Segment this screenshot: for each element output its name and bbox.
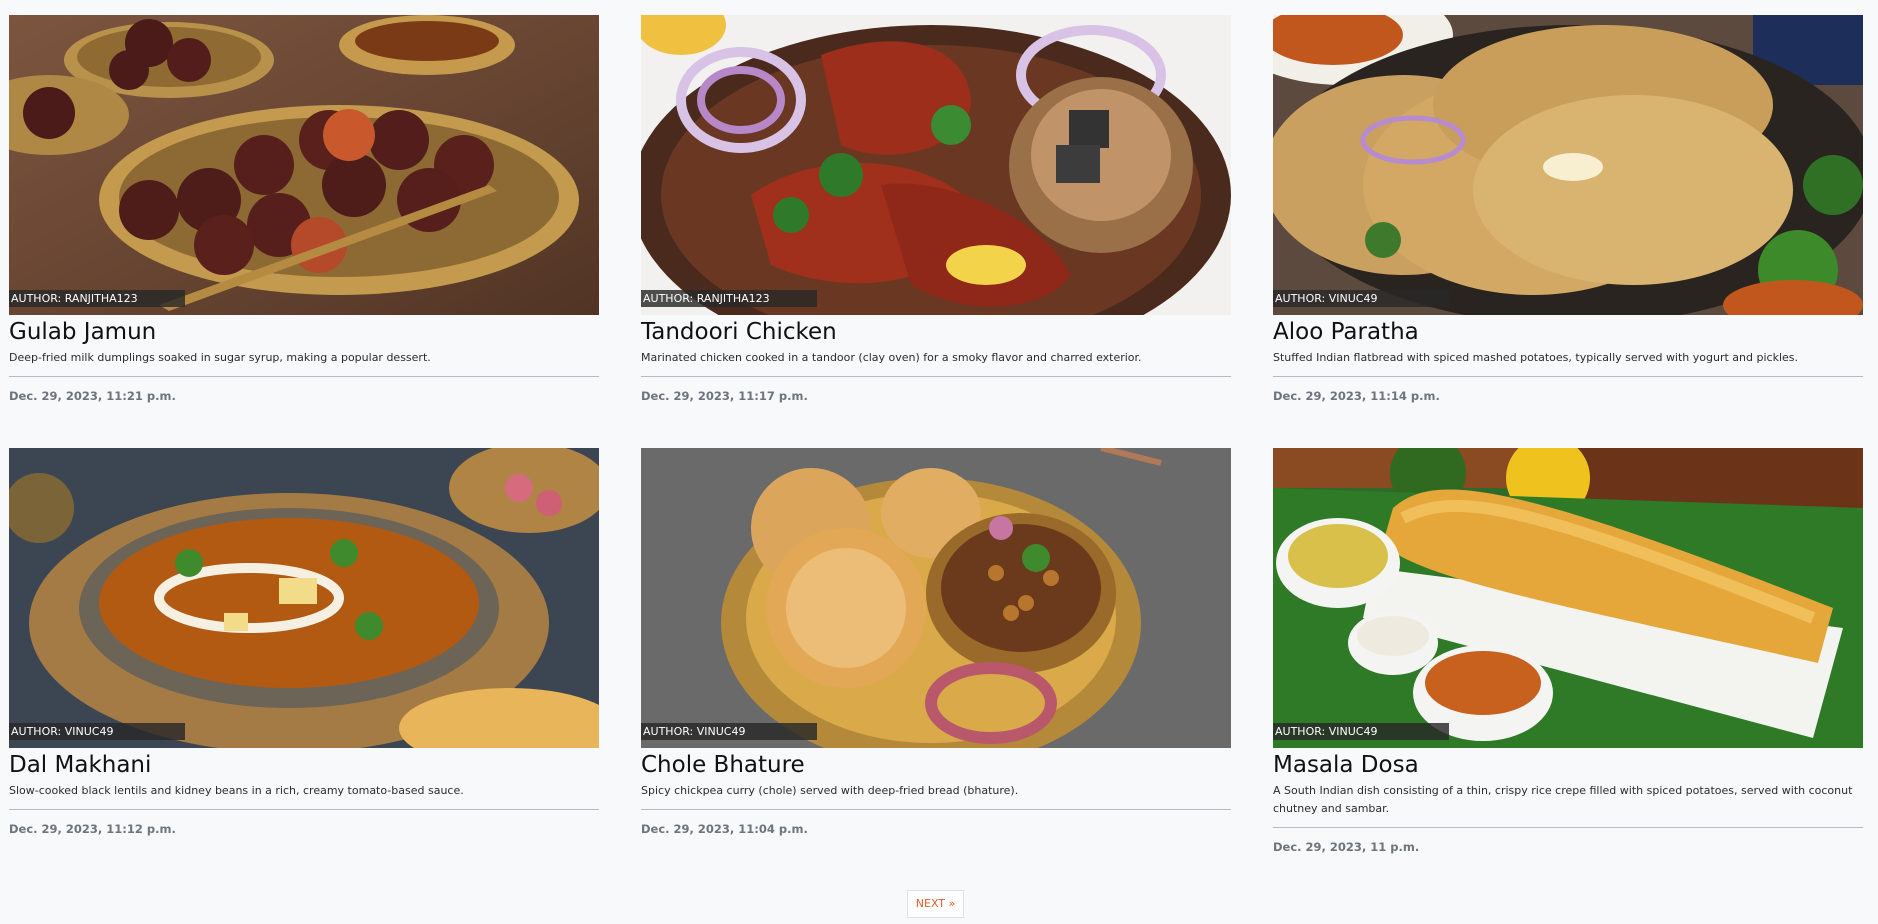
recipe-title[interactable]: Chole Bhature [641,750,1231,780]
tandoori-chicken-photo [641,15,1231,315]
author-badge: AUTHOR: VINUC49 [9,723,185,740]
author-badge: AUTHOR: RANJITHA123 [9,290,185,307]
recipe-date: Dec. 29, 2023, 11:17 p.m. [641,389,808,403]
author-badge: AUTHOR: RANJITHA123 [641,290,817,307]
recipe-description: Marinated chicken cooked in a tandoor (c… [641,349,1231,377]
recipe-image[interactable]: AUTHOR: RANJITHA123 [9,15,599,315]
recipe-image[interactable]: AUTHOR: VINUC49 [9,448,599,748]
recipe-title[interactable]: Masala Dosa [1273,750,1863,780]
recipe-date: Dec. 29, 2023, 11:21 p.m. [9,389,176,403]
recipe-description: A South Indian dish consisting of a thin… [1273,782,1863,828]
gulab-jamun-photo [9,15,599,315]
recipe-date: Dec. 29, 2023, 11:14 p.m. [1273,389,1440,403]
recipe-image[interactable]: AUTHOR: VINUC49 [1273,15,1863,315]
recipe-card[interactable]: AUTHOR: VINUC49 Masala Dosa A South Indi… [1273,448,1863,881]
author-badge: AUTHOR: VINUC49 [1273,723,1449,740]
recipe-description: Stuffed Indian flatbread with spiced mas… [1273,349,1863,377]
author-badge: AUTHOR: VINUC49 [641,723,817,740]
next-page-button[interactable]: NEXT » [907,890,964,918]
recipe-card[interactable]: AUTHOR: RANJITHA123 Tandoori Chicken Mar… [641,15,1231,448]
recipe-grid: AUTHOR: RANJITHA123 Gulab Jamun Deep-fri… [9,15,1863,881]
author-badge: AUTHOR: VINUC49 [1273,290,1449,307]
chole-bhature-photo [641,448,1231,748]
recipe-title[interactable]: Tandoori Chicken [641,317,1231,347]
recipe-card[interactable]: AUTHOR: VINUC49 Dal Makhani Slow-cooked … [9,448,599,881]
recipe-title[interactable]: Dal Makhani [9,750,599,780]
dal-makhani-photo [9,448,599,748]
recipe-date: Dec. 29, 2023, 11:04 p.m. [641,822,808,836]
recipe-title[interactable]: Gulab Jamun [9,317,599,347]
recipe-title[interactable]: Aloo Paratha [1273,317,1863,347]
recipe-date: Dec. 29, 2023, 11 p.m. [1273,840,1420,854]
recipe-description: Slow-cooked black lentils and kidney bea… [9,782,599,810]
recipe-card[interactable]: AUTHOR: VINUC49 Chole Bhature Spicy chic… [641,448,1231,881]
recipe-card[interactable]: AUTHOR: VINUC49 Aloo Paratha Stuffed Ind… [1273,15,1863,448]
recipe-description: Deep-fried milk dumplings soaked in suga… [9,349,599,377]
recipe-image[interactable]: AUTHOR: VINUC49 [641,448,1231,748]
recipe-card[interactable]: AUTHOR: RANJITHA123 Gulab Jamun Deep-fri… [9,15,599,448]
recipe-description: Spicy chickpea curry (chole) served with… [641,782,1231,810]
aloo-paratha-photo [1273,15,1863,315]
masala-dosa-photo [1273,448,1863,748]
recipe-date: Dec. 29, 2023, 11:12 p.m. [9,822,176,836]
recipe-image[interactable]: AUTHOR: VINUC49 [1273,448,1863,748]
recipe-image[interactable]: AUTHOR: RANJITHA123 [641,15,1231,315]
